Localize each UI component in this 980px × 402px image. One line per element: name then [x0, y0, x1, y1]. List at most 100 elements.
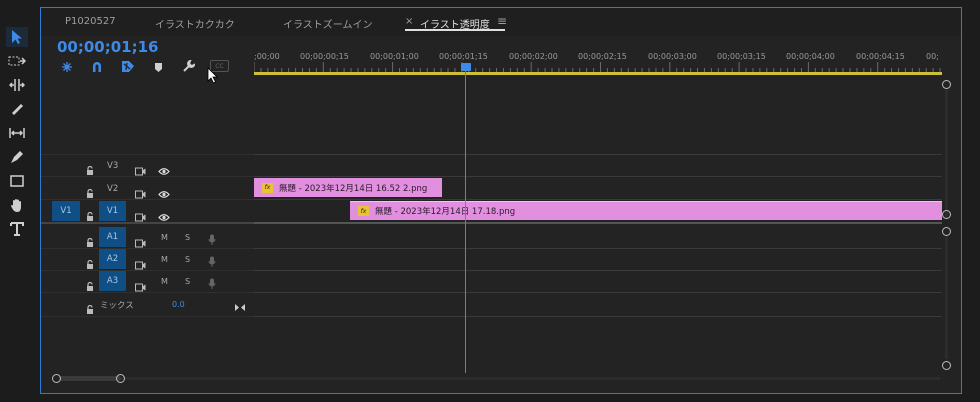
horizontal-scrollbar-track[interactable]	[60, 377, 940, 380]
vertical-zoom-handle-top[interactable]	[942, 80, 951, 89]
horizontal-scrollbar-thumb[interactable]	[59, 376, 121, 381]
ripple-edit-icon[interactable]	[6, 75, 28, 95]
voice-over-mic-icon[interactable]	[208, 275, 216, 294]
voice-over-mic-icon[interactable]	[208, 253, 216, 272]
ruler-label: 00;00;01;15	[439, 52, 488, 61]
toggle-output-eye-icon[interactable]	[158, 184, 170, 203]
type-icon[interactable]	[6, 219, 28, 239]
track-name-v3[interactable]: V3	[107, 161, 118, 171]
track-divider	[254, 292, 942, 293]
ruler-label: 00;	[926, 52, 939, 61]
add-marker-icon[interactable]	[154, 58, 163, 77]
audio-zoom-handle-top[interactable]	[942, 227, 951, 236]
linked-selection-icon[interactable]	[121, 58, 135, 77]
ruler-label: 00;00;04;00	[786, 52, 835, 61]
track-divider	[254, 248, 942, 249]
playhead-handle[interactable]	[461, 63, 471, 71]
sequence-tab-bar: P1020527 イラストカクカク イラストズームイン × イラスト透明度 ≡	[41, 8, 961, 36]
toggle-output-eye-icon[interactable]	[158, 161, 170, 180]
toggle-sync-lock-icon[interactable]	[135, 277, 146, 296]
solo-button[interactable]: S	[185, 233, 190, 242]
zoom-handle-left[interactable]	[52, 374, 61, 383]
track-lock-icon[interactable]	[86, 254, 94, 273]
tab-p1020527[interactable]: P1020527	[65, 16, 116, 27]
track-lock-icon[interactable]	[86, 160, 94, 179]
playhead-timecode[interactable]: 00;00;01;16	[57, 38, 159, 56]
header-divider	[41, 270, 254, 271]
vertical-zoom-handle-bottom[interactable]	[942, 210, 951, 219]
video-scrollbar-track[interactable]	[945, 90, 948, 218]
tab-close-icon[interactable]: ×	[405, 16, 413, 27]
pen-icon[interactable]	[6, 147, 28, 167]
header-divider	[41, 316, 254, 317]
target-track-a2[interactable]: A2	[99, 249, 126, 269]
mute-button[interactable]: M	[161, 255, 168, 264]
track-divider	[254, 176, 942, 177]
ruler-label: 00;00;01;00	[370, 52, 419, 61]
clip-v2[interactable]: fx 無題 - 2023年12月14日 16.52 2.png	[254, 178, 442, 197]
track-divider	[254, 270, 942, 271]
track-divider	[254, 199, 942, 200]
clip-name: 無題 - 2023年12月14日 16.52 2.png	[279, 183, 428, 194]
target-track-a1[interactable]: A1	[99, 227, 126, 247]
go-to-edit-point-icon[interactable]	[234, 297, 246, 316]
mute-button[interactable]: M	[161, 277, 168, 286]
track-select-icon[interactable]	[6, 51, 28, 71]
tab-illust-zoom-in[interactable]: イラストズームイン	[283, 16, 373, 31]
tab-illust-kakukaku[interactable]: イラストカクカク	[155, 16, 235, 31]
header-divider	[41, 292, 254, 293]
header-divider	[41, 199, 254, 200]
video-audio-divider	[254, 222, 942, 224]
ruler-label: 00;00;03;15	[717, 52, 766, 61]
clip-v1[interactable]: fx 無題 - 2023年12月14日 17.18.png	[350, 201, 942, 220]
rectangle-icon[interactable]	[6, 171, 28, 191]
audio-zoom-handle-bottom[interactable]	[942, 361, 951, 370]
toggle-sync-lock-icon[interactable]	[135, 184, 146, 203]
solo-button[interactable]: S	[185, 277, 190, 286]
solo-button[interactable]: S	[185, 255, 190, 264]
mix-volume-value[interactable]: 0.0	[172, 300, 185, 309]
ruler-label: ;00;00	[254, 52, 280, 61]
panel-menu-icon[interactable]: ≡	[497, 14, 507, 28]
toggle-output-eye-icon[interactable]	[158, 207, 170, 226]
mouse-cursor-icon	[207, 67, 219, 88]
track-lock-icon[interactable]	[86, 299, 94, 318]
active-tab-indicator	[405, 29, 505, 31]
track-lock-icon[interactable]	[86, 206, 94, 225]
track-divider	[254, 316, 942, 317]
target-track-v1[interactable]: V1	[99, 201, 126, 221]
header-divider	[41, 222, 254, 224]
playhead-line	[465, 71, 466, 373]
selection-arrow-icon[interactable]	[6, 27, 28, 47]
nest-sequence-icon[interactable]	[61, 58, 73, 77]
toggle-sync-lock-icon[interactable]	[135, 233, 146, 252]
razor-icon[interactable]	[6, 99, 28, 119]
track-lock-icon[interactable]	[86, 276, 94, 295]
track-lock-icon[interactable]	[86, 232, 94, 251]
fx-badge-icon: fx	[262, 182, 273, 193]
timeline-settings-wrench-icon[interactable]	[182, 58, 196, 77]
toggle-sync-lock-icon[interactable]	[135, 207, 146, 226]
tools-panel	[0, 0, 38, 402]
voice-over-mic-icon[interactable]	[208, 231, 216, 250]
snap-magnet-icon[interactable]	[91, 58, 103, 77]
toggle-sync-lock-icon[interactable]	[135, 161, 146, 180]
header-divider	[41, 176, 254, 177]
audio-scrollbar-track[interactable]	[945, 237, 948, 359]
ruler-label: 00;00;00;15	[300, 52, 349, 61]
target-track-a3[interactable]: A3	[99, 271, 126, 291]
zoom-handle-right[interactable]	[116, 374, 125, 383]
track-name-v2[interactable]: V2	[107, 184, 118, 194]
toggle-sync-lock-icon[interactable]	[135, 255, 146, 274]
header-divider	[41, 154, 254, 155]
work-area-bar[interactable]	[254, 72, 942, 75]
source-patch-v1[interactable]: V1	[52, 201, 80, 221]
hand-icon[interactable]	[6, 195, 28, 215]
header-divider	[41, 248, 254, 249]
track-lock-icon[interactable]	[86, 183, 94, 202]
fx-badge-icon: fx	[358, 206, 369, 216]
mute-button[interactable]: M	[161, 233, 168, 242]
clip-name: 無題 - 2023年12月14日 17.18.png	[375, 207, 516, 217]
ruler-label: 00;00;02;15	[578, 52, 627, 61]
slip-icon[interactable]	[6, 123, 28, 143]
